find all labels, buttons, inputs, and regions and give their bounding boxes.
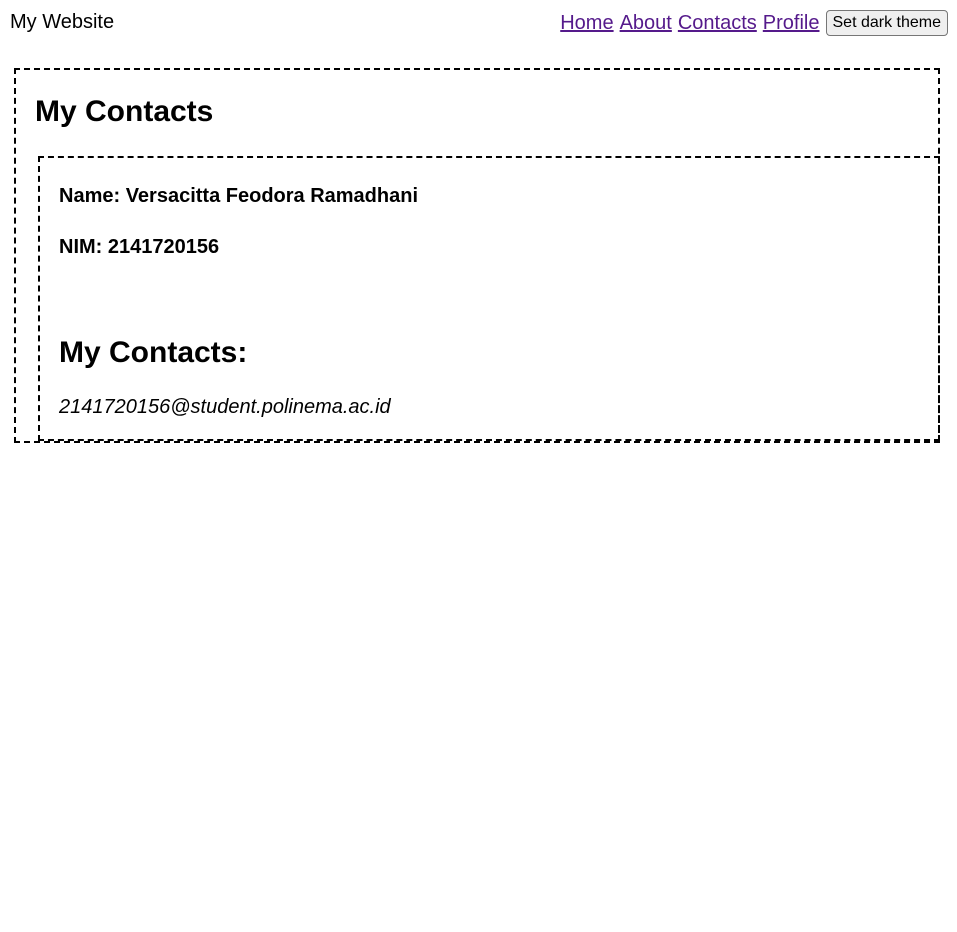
nav-contacts-link[interactable]: Contacts: [678, 11, 757, 36]
nav-links: Home About Contacts Profile: [560, 11, 819, 36]
contact-details-card: Name: Versacitta Feodora Ramadhani NIM: …: [38, 156, 940, 441]
site-header: My Website Home About Contacts Profile S…: [0, 0, 957, 52]
set-dark-theme-button[interactable]: Set dark theme: [825, 10, 948, 36]
nav-home-link[interactable]: Home: [560, 11, 613, 36]
site-brand: My Website: [10, 11, 115, 33]
page-title: My Contacts: [35, 95, 214, 128]
contacts-heading: My Contacts:: [59, 336, 248, 369]
contacts-page-card: My Contacts Name: Versacitta Feodora Ram…: [14, 68, 940, 443]
nim-line: NIM: 2141720156: [59, 236, 220, 258]
top-navigation: Home About Contacts Profile Set dark the…: [560, 10, 948, 36]
nav-about-link[interactable]: About: [620, 11, 672, 36]
name-line: Name: Versacitta Feodora Ramadhani: [59, 185, 419, 207]
nav-profile-link[interactable]: Profile: [763, 11, 820, 36]
email-address: 2141720156@student.polinema.ac.id: [59, 396, 391, 418]
